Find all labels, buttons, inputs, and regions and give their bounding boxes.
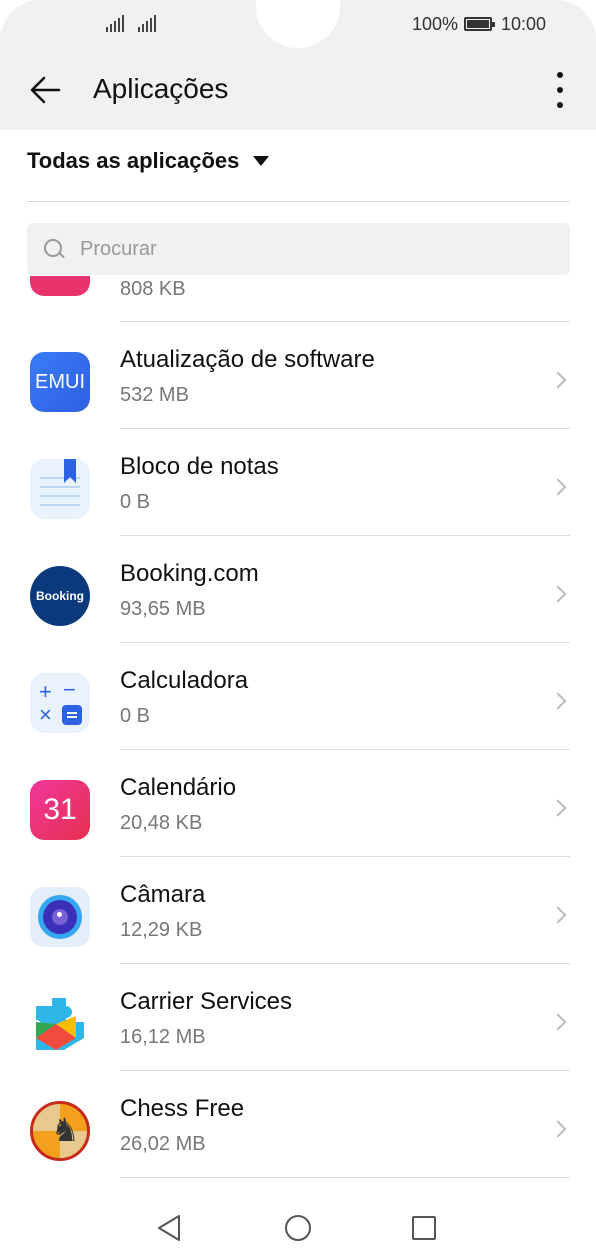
chevron-right-icon	[549, 1120, 567, 1138]
booking-icon: Booking	[30, 566, 90, 626]
navigation-bar	[0, 1186, 596, 1260]
back-button[interactable]	[26, 70, 66, 110]
app-name: Câmara	[120, 881, 206, 908]
carrier-services-icon	[30, 994, 90, 1054]
chevron-right-icon	[549, 478, 567, 496]
list-item[interactable]: Câmara 12,29 KB	[0, 857, 596, 964]
app-size: 16,12 MB	[120, 1026, 206, 1048]
list-item[interactable]: ♞ Chess Free 26,02 MB	[0, 1071, 596, 1178]
app-name: Carrier Services	[120, 988, 293, 1015]
camera-notch	[256, 0, 340, 48]
triangle-back-icon	[158, 1215, 180, 1241]
circle-home-icon	[285, 1215, 311, 1241]
battery-icon	[464, 17, 495, 31]
app-size: 20,48 KB	[120, 812, 203, 834]
chess-icon: ♞	[30, 1101, 90, 1161]
signal-icon	[138, 14, 156, 32]
calculator-icon: + − ×	[30, 673, 90, 733]
nav-back-button[interactable]	[151, 1208, 191, 1248]
divider	[120, 1177, 570, 1178]
signal-icon	[106, 14, 124, 32]
app-icon	[30, 276, 90, 296]
app-name: Calculadora	[120, 667, 249, 694]
list-item[interactable]: + − × Calculadora 0 B	[0, 643, 596, 750]
filter-label: Todas as aplicações	[27, 148, 240, 173]
more-options-button[interactable]	[548, 72, 572, 108]
notepad-icon	[30, 459, 90, 519]
search-input[interactable]	[80, 237, 520, 261]
emui-icon: EMUI	[30, 352, 90, 412]
list-item[interactable]: Carrier Services 16,12 MB	[0, 964, 596, 1071]
app-name: Chess Free	[120, 1095, 245, 1122]
list-item-partial[interactable]: 808 KB	[0, 276, 596, 322]
chevron-right-icon	[549, 371, 567, 389]
chevron-right-icon	[549, 906, 567, 924]
more-vertical-icon	[557, 72, 563, 78]
screen-corner	[556, 0, 596, 40]
arrow-left-icon	[30, 76, 61, 104]
list-item[interactable]: Bloco de notas 0 B	[0, 429, 596, 536]
app-size: 532 MB	[120, 384, 189, 406]
list-item[interactable]: 31 Calendário 20,48 KB	[0, 750, 596, 857]
dropdown-triangle-icon	[253, 156, 270, 166]
top-bar: 100% 10:00 Aplicações	[0, 0, 596, 130]
search-bar[interactable]	[27, 223, 570, 275]
app-size: 0 B	[120, 491, 151, 513]
app-name: Atualização de software	[120, 346, 375, 373]
app-size: 808 KB	[120, 278, 186, 300]
list-item[interactable]: EMUI Atualização de software 532 MB	[0, 322, 596, 429]
status-time: 10:00	[501, 14, 547, 34]
screen-corner	[0, 0, 40, 40]
camera-icon	[30, 887, 90, 947]
nav-recents-button[interactable]	[404, 1208, 444, 1248]
battery-percent: 100%	[412, 14, 459, 34]
app-name: Booking.com	[120, 560, 259, 587]
chevron-right-icon	[549, 799, 567, 817]
list-item[interactable]: Booking Booking.com 93,65 MB	[0, 536, 596, 643]
page-title: Aplicações	[93, 73, 229, 104]
search-icon	[43, 238, 65, 260]
divider	[27, 201, 570, 202]
app-size: 0 B	[120, 705, 151, 727]
chevron-right-icon	[549, 1013, 567, 1031]
app-size: 12,29 KB	[120, 919, 203, 941]
chevron-right-icon	[549, 585, 567, 603]
square-recents-icon	[412, 1216, 436, 1240]
app-size: 26,02 MB	[120, 1133, 206, 1155]
app-list[interactable]: 808 KB EMUI Atualização de software 532 …	[0, 276, 596, 1186]
app-filter-dropdown[interactable]: Todas as aplicações	[27, 148, 270, 174]
chevron-right-icon	[549, 692, 567, 710]
app-name: Calendário	[120, 774, 237, 801]
app-name: Bloco de notas	[120, 453, 279, 480]
app-size: 93,65 MB	[120, 598, 206, 620]
nav-home-button[interactable]	[278, 1208, 318, 1248]
calendar-icon: 31	[30, 780, 90, 840]
